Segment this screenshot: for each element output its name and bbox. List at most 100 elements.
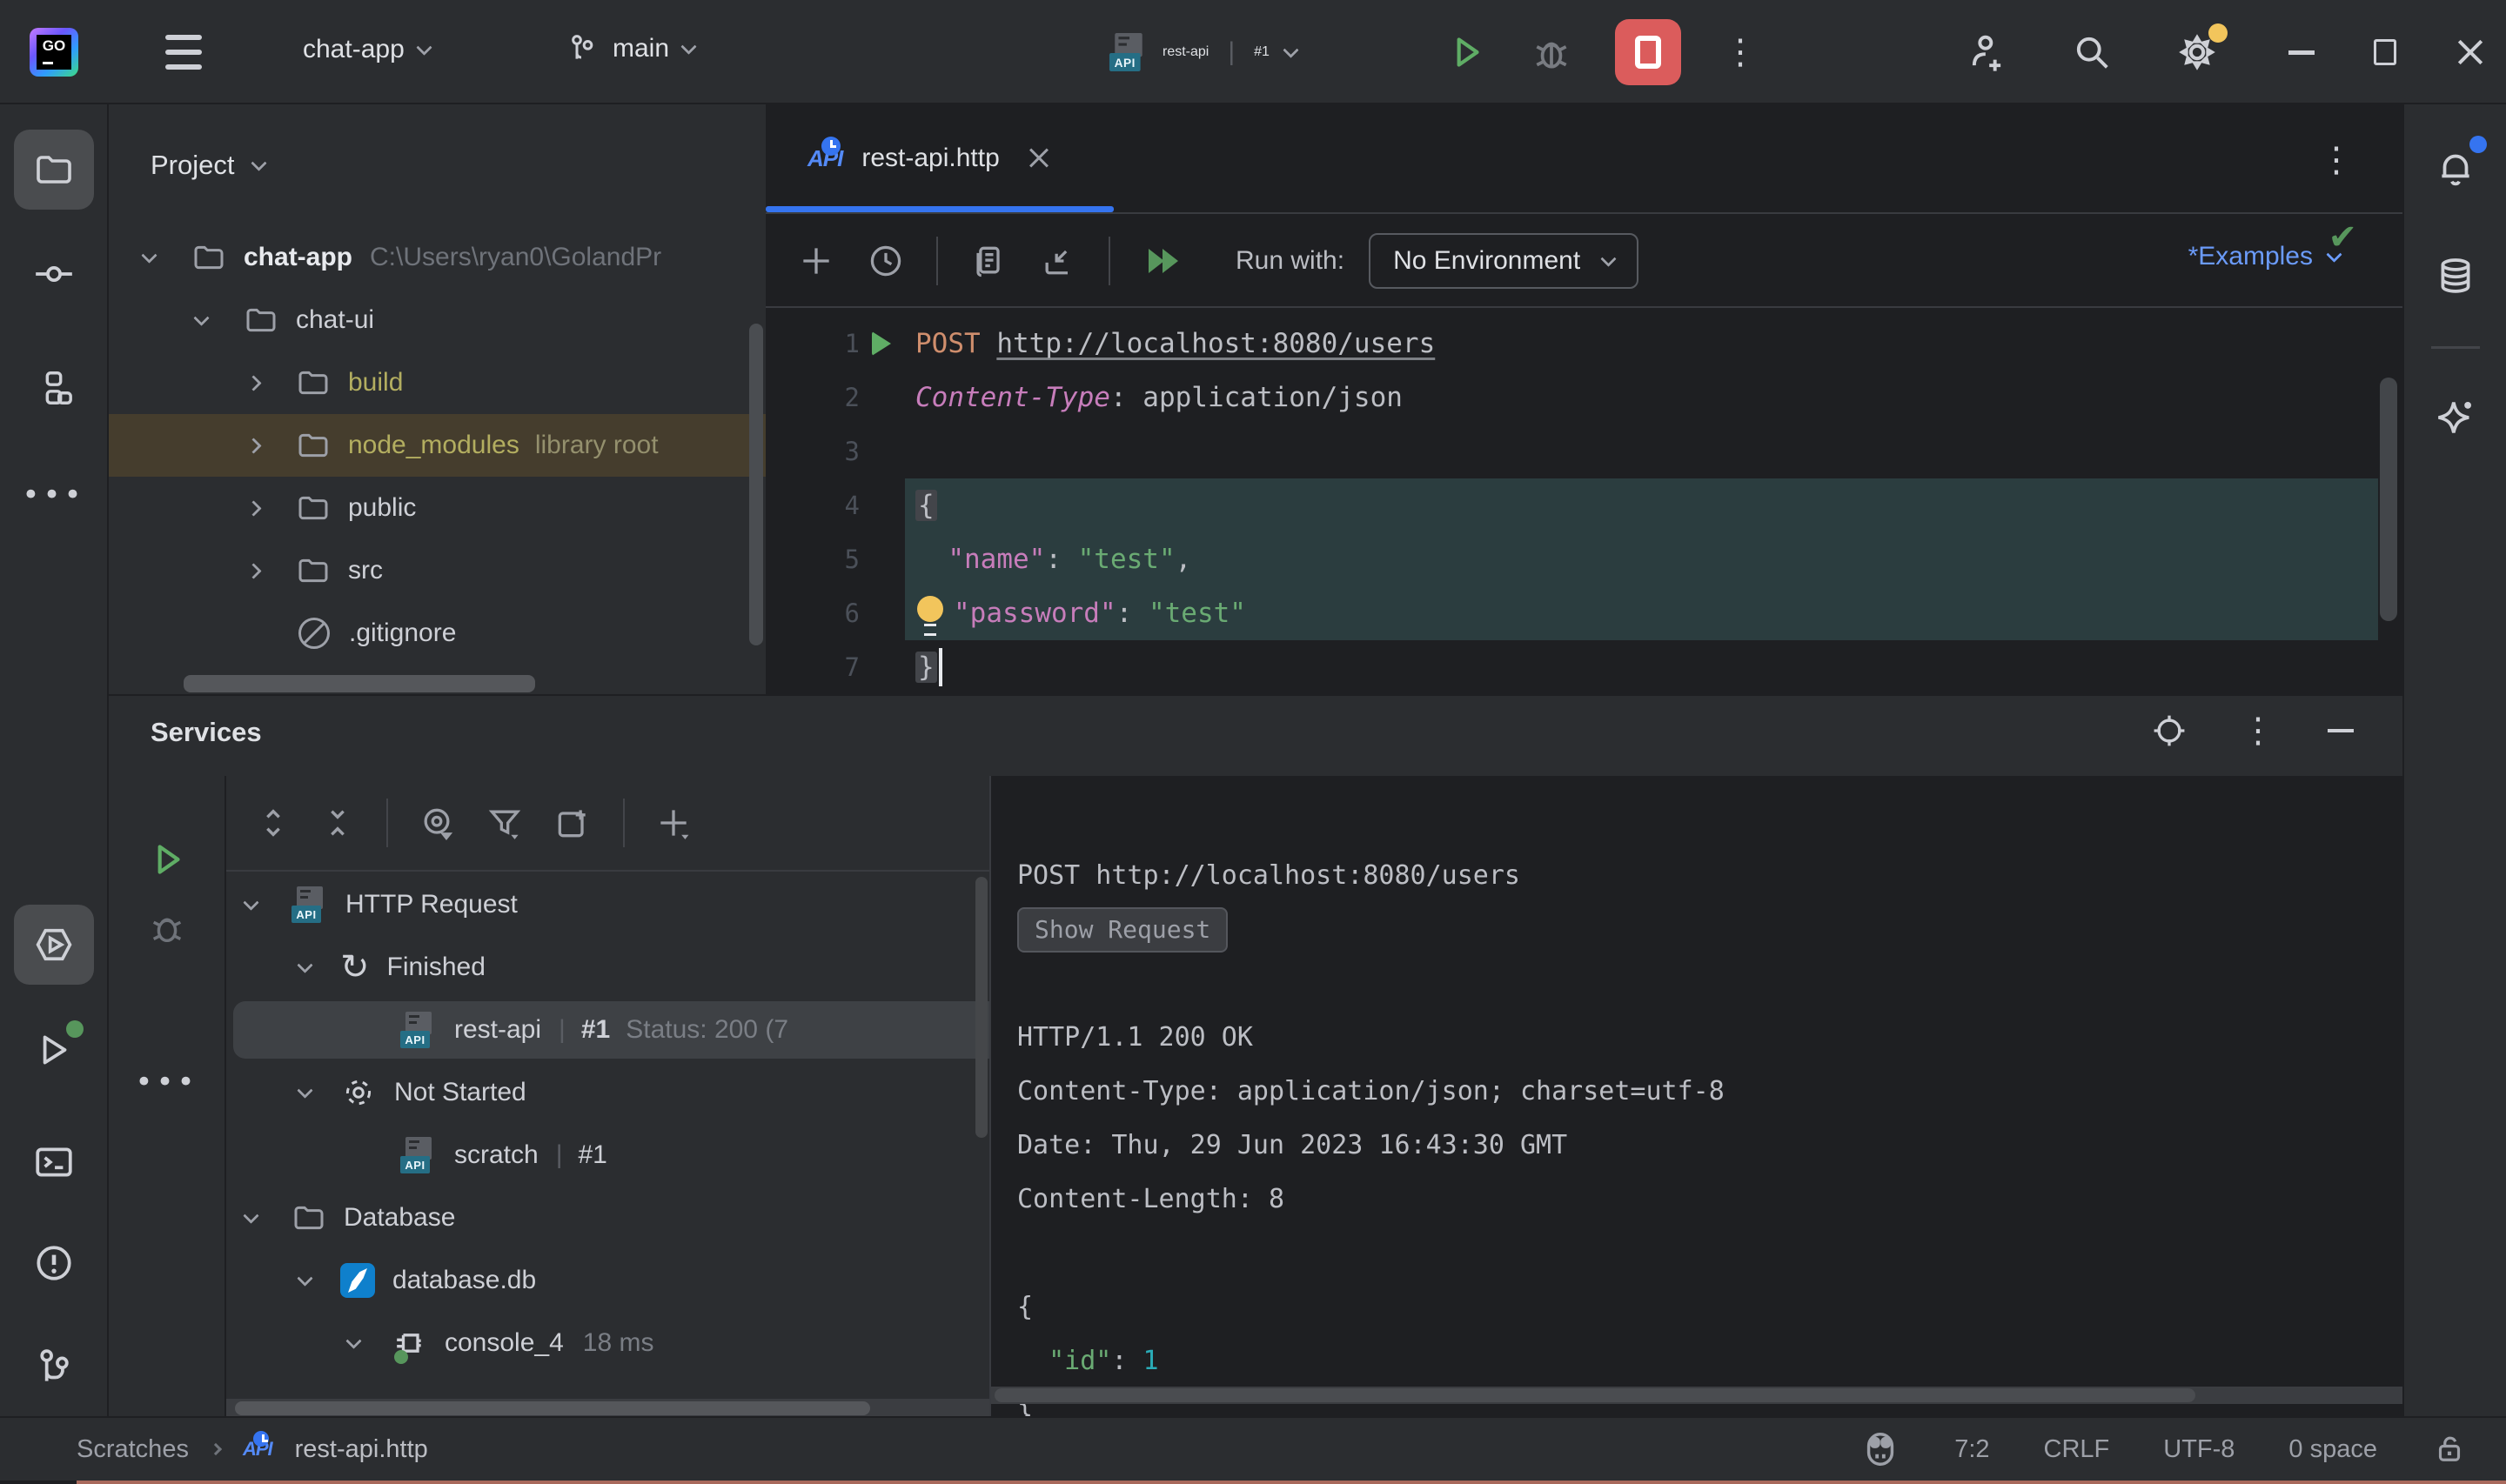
environment-selector[interactable]: No Environment [1369, 233, 1638, 289]
toolbar-divider [623, 799, 625, 847]
services-options-icon[interactable]: ⋮ [2241, 713, 2275, 748]
stop-button[interactable] [1615, 19, 1681, 85]
service-row-database-group[interactable]: Database [226, 1187, 989, 1249]
tree-item-public[interactable]: public [109, 477, 766, 539]
database-tool-button[interactable] [2416, 237, 2496, 317]
git-branch-icon [564, 31, 599, 66]
tree-item-label: .gitignore [349, 618, 456, 648]
json-key: "name" [948, 544, 1045, 575]
rerun-service-button[interactable] [145, 838, 189, 881]
show-request-badge[interactable]: Show Request [1017, 907, 1228, 953]
hide-panel-icon[interactable] [2328, 729, 2354, 732]
open-brace: { [915, 490, 937, 521]
notifications-bell-button[interactable] [2416, 127, 2496, 207]
close-brace: } [915, 652, 937, 683]
settings-gear-icon[interactable] [2174, 29, 2221, 76]
left-activity-bar: ••• [0, 104, 109, 1416]
code-editor[interactable]: 1 POST http://localhost:8080/users 2 Con… [766, 310, 2402, 694]
project-panel-title: Project [151, 150, 234, 181]
filter-icon[interactable] [486, 804, 524, 842]
project-vertical-scrollbar[interactable] [749, 324, 763, 645]
project-selector[interactable]: chat-app [303, 35, 430, 64]
text-caret [939, 648, 942, 686]
add-service-icon[interactable] [654, 804, 693, 842]
debug-service-button[interactable] [147, 907, 187, 947]
tree-item-src[interactable]: src [109, 539, 766, 602]
project-tool-button[interactable] [14, 130, 94, 210]
tree-item-chat-app[interactable]: chat-app C:\Users\ryan0\GolandPr [109, 226, 766, 289]
service-row-scratch[interactable]: API scratch | #1 [226, 1124, 989, 1187]
line-ending[interactable]: CRLF [2044, 1435, 2110, 1464]
service-label: Not Started [394, 1078, 526, 1107]
cursor-position[interactable]: 7:2 [1954, 1435, 1989, 1464]
git-tool-button[interactable] [14, 1327, 94, 1407]
ai-assistant-button[interactable] [2416, 378, 2496, 458]
commit-tool-button[interactable] [14, 234, 94, 314]
window-minimize-button[interactable] [2288, 50, 2315, 55]
service-row-not-started[interactable]: Not Started [226, 1061, 989, 1124]
project-panel: Project chat-app C:\Users\ryan0\GolandPr… [109, 104, 766, 694]
service-row-http-request[interactable]: API HTTP Request [226, 873, 989, 936]
chevron-down-icon [1600, 251, 1616, 266]
service-row-finished[interactable]: ↻ Finished [226, 936, 989, 999]
open-in-new-tab-icon[interactable] [553, 804, 592, 842]
tree-horizontal-scrollbar[interactable] [235, 1401, 870, 1415]
search-icon[interactable] [2069, 30, 2114, 75]
tree-item-build[interactable]: build [109, 351, 766, 414]
request-history-icon[interactable] [867, 242, 905, 280]
indent-setting[interactable]: 0 space [2288, 1435, 2377, 1464]
problems-tool-button[interactable] [14, 1223, 94, 1303]
editor-scrollbar[interactable] [2380, 378, 2397, 621]
copilot-icon[interactable] [1860, 1429, 1900, 1469]
vcs-branch-widget[interactable]: main [564, 31, 694, 66]
service-label: database.db [392, 1266, 536, 1295]
intention-bulb-icon[interactable] [915, 594, 945, 632]
tree-item-node-modules[interactable]: node_modules library root [109, 414, 766, 477]
project-horizontal-scrollbar[interactable] [184, 675, 535, 692]
debug-button[interactable] [1530, 30, 1573, 74]
tab-close-icon[interactable] [1028, 147, 1050, 170]
run-all-requests-icon[interactable] [1142, 240, 1183, 282]
view-options-icon[interactable] [418, 804, 456, 842]
run-request-gutter-icon[interactable] [872, 331, 891, 356]
structure-tool-button[interactable] [14, 348, 94, 428]
terminal-tool-button[interactable] [14, 1122, 94, 1202]
services-tool-button[interactable] [14, 905, 94, 985]
convert-curl-icon[interactable] [1039, 242, 1077, 280]
unlock-icon[interactable] [2431, 1431, 2468, 1467]
tree-item-chat-ui[interactable]: chat-ui [109, 289, 766, 351]
add-request-icon[interactable] [797, 242, 835, 280]
tree-item-gitignore[interactable]: .gitignore [109, 602, 766, 665]
main-menu-icon[interactable] [165, 35, 202, 70]
service-row-rest-api[interactable]: API rest-api | #1 Status: 200 (7 [226, 999, 989, 1061]
project-panel-header[interactable]: Project [151, 150, 265, 181]
expand-all-icon[interactable] [256, 806, 291, 840]
copy-request-icon[interactable] [969, 242, 1008, 280]
breadcrumb-file[interactable]: rest-api.http [295, 1435, 428, 1464]
response-console[interactable]: POST http://localhost:8080/users Show Re… [989, 776, 2402, 1416]
tab-title: rest-api.http [861, 144, 999, 173]
collapse-all-icon[interactable] [320, 806, 355, 840]
code-with-me-icon[interactable] [1965, 30, 2010, 75]
window-restore-button[interactable] [2374, 39, 2396, 65]
tree-vertical-scrollbar[interactable] [975, 877, 988, 1138]
more-actions-icon[interactable]: ⋮ [1723, 35, 1758, 70]
run-tool-button[interactable] [14, 1010, 94, 1090]
more-service-actions[interactable]: ••• [135, 1065, 198, 1100]
editor-options-icon[interactable]: ⋮ [2319, 143, 2354, 177]
select-in-tree-icon[interactable] [2150, 712, 2188, 750]
service-row-console[interactable]: console_4 18 ms [226, 1312, 989, 1374]
file-encoding[interactable]: UTF-8 [2163, 1435, 2235, 1464]
run-configuration-selector[interactable]: API rest-api | #1 [1110, 24, 1297, 80]
breadcrumb-root[interactable]: Scratches [77, 1435, 189, 1464]
window-close-button[interactable] [2456, 37, 2485, 67]
examples-dropdown[interactable]: *Examples [2188, 242, 2340, 271]
inspections-ok-icon[interactable]: ✔ [2328, 217, 2357, 257]
run-button[interactable] [1444, 30, 1488, 74]
more-tools-button[interactable]: ••• [14, 455, 94, 535]
chevron-right-icon [210, 1443, 222, 1455]
service-row-database-db[interactable]: database.db [226, 1249, 989, 1312]
tab-rest-api-http[interactable]: API rest-api.http [766, 104, 1089, 212]
chevron-down-icon [141, 247, 157, 263]
response-horizontal-scrollbar[interactable] [995, 1388, 2195, 1402]
